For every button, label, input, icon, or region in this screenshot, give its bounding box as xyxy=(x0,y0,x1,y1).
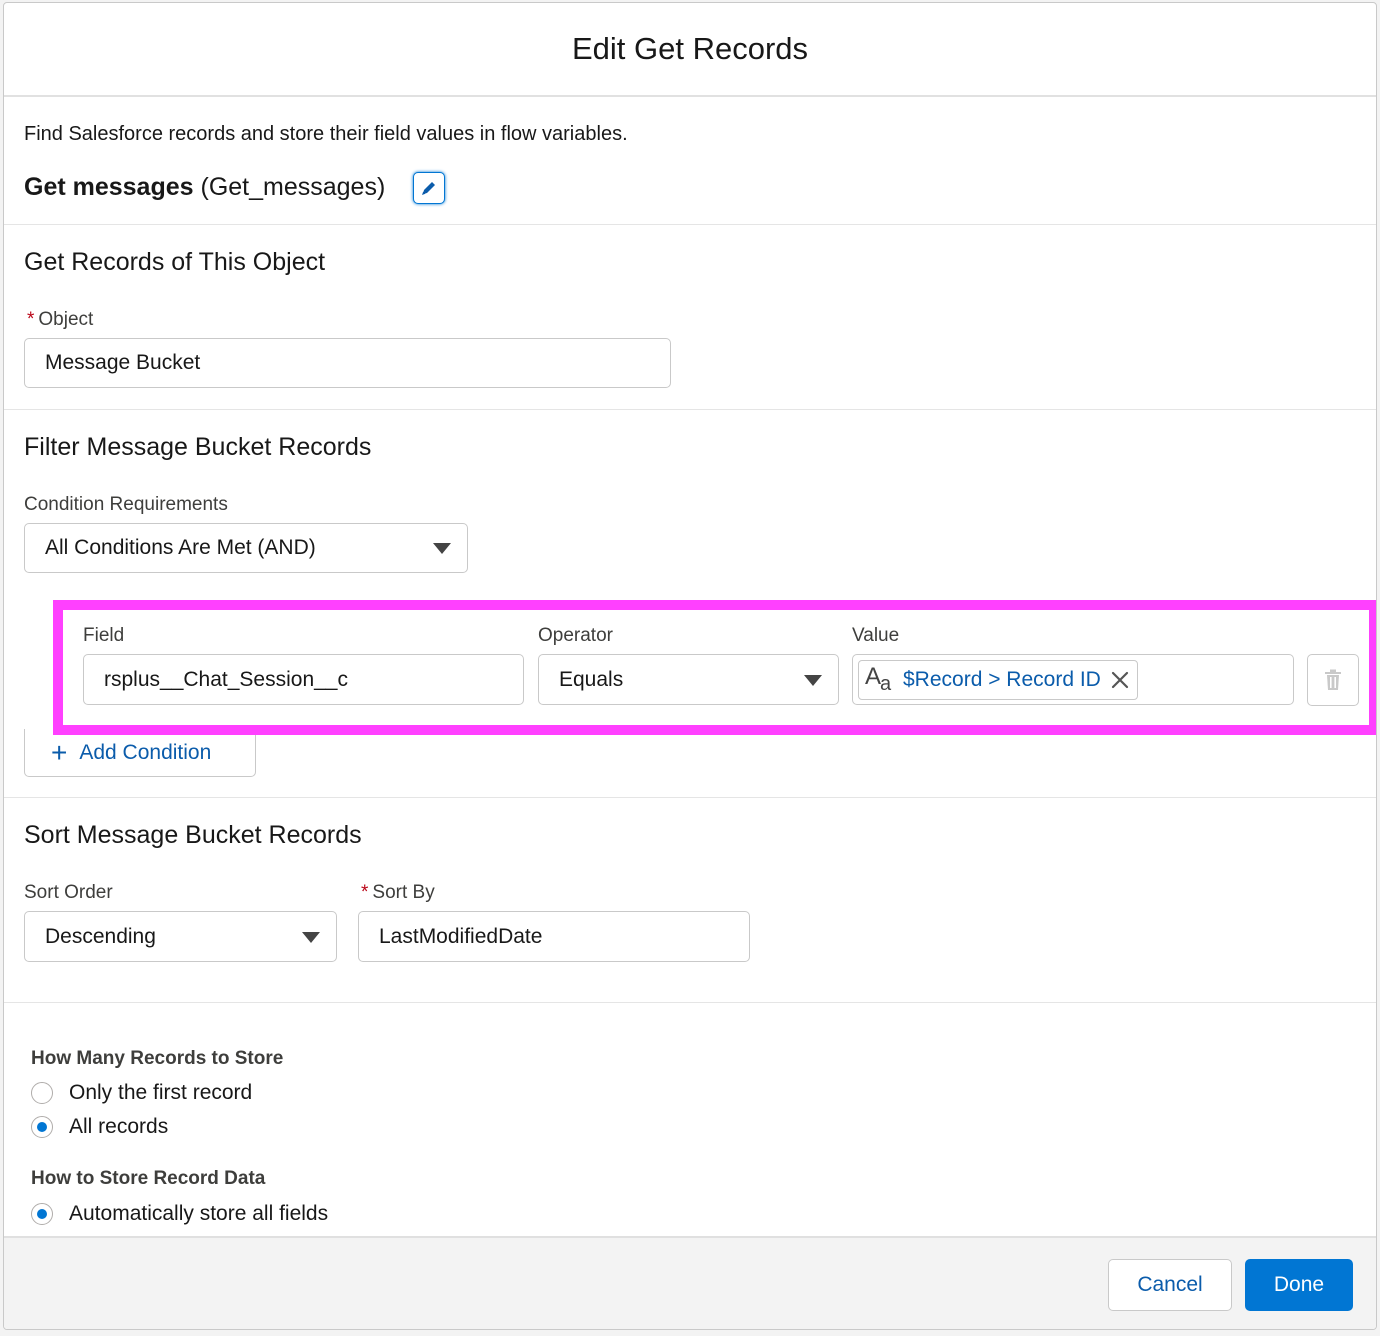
sort-order-label: Sort Order xyxy=(24,882,113,903)
element-api-name: (Get_messages) xyxy=(200,173,386,201)
filter-section-title: Filter Message Bucket Records xyxy=(24,433,372,461)
edit-get-records-modal: Edit Get Records Find Salesforce records… xyxy=(3,2,1377,1330)
object-input-value: Message Bucket xyxy=(45,351,201,374)
section-divider xyxy=(4,797,1376,798)
modal-title: Edit Get Records xyxy=(571,31,809,66)
sort-by-input[interactable]: LastModifiedDate xyxy=(358,911,750,962)
header-divider xyxy=(4,95,1376,97)
object-section-title: Get Records of This Object xyxy=(24,248,326,276)
radio-label: Automatically store all fields xyxy=(69,1202,329,1225)
plus-icon: + xyxy=(51,736,68,768)
radio-button[interactable] xyxy=(31,1082,53,1104)
condition-requirements-value: All Conditions Are Met (AND) xyxy=(45,536,316,559)
section-divider xyxy=(4,409,1376,410)
element-description: Find Salesforce records and store their … xyxy=(24,123,628,145)
section-divider xyxy=(4,224,1376,225)
element-name: Get messages (Get_messages) xyxy=(24,173,385,202)
radio-button[interactable] xyxy=(31,1116,53,1138)
required-marker: * xyxy=(27,309,35,330)
cancel-button[interactable]: Cancel xyxy=(1108,1259,1232,1311)
radio-label: All records xyxy=(69,1115,169,1138)
add-condition-label: Add Condition xyxy=(79,740,212,764)
how-many-records-label: How Many Records to Store xyxy=(31,1048,284,1069)
section-divider xyxy=(4,1002,1376,1003)
radio-label: Only the first record xyxy=(69,1081,253,1104)
sort-by-value: LastModifiedDate xyxy=(379,924,543,948)
radio-button[interactable] xyxy=(31,1203,53,1225)
add-condition-button[interactable]: + Add Condition xyxy=(24,729,256,777)
element-label: Get messages xyxy=(24,173,194,201)
condition-requirements-label: Condition Requirements xyxy=(24,494,228,515)
condition-requirements-select[interactable]: All Conditions Are Met (AND) xyxy=(24,523,468,573)
pencil-icon xyxy=(422,182,435,195)
radio-all-records[interactable]: All records xyxy=(31,1115,168,1139)
object-label: * Object xyxy=(27,309,94,330)
radio-only-first-record[interactable]: Only the first record xyxy=(31,1081,252,1105)
sort-order-select[interactable]: Descending xyxy=(24,911,337,962)
how-to-store-label: How to Store Record Data xyxy=(31,1168,266,1189)
radio-auto-store-fields[interactable]: Automatically store all fields xyxy=(31,1202,328,1226)
sort-order-value: Descending xyxy=(45,924,156,948)
edit-element-name-button[interactable] xyxy=(413,172,445,204)
sort-by-label: * Sort By xyxy=(361,882,435,903)
chevron-down-icon xyxy=(433,543,451,554)
object-input[interactable]: Message Bucket xyxy=(24,338,671,388)
sort-section-title: Sort Message Bucket Records xyxy=(24,821,362,849)
highlight-annotation xyxy=(53,600,1376,735)
chevron-down-icon xyxy=(302,931,320,943)
done-button[interactable]: Done xyxy=(1245,1259,1353,1311)
required-marker: * xyxy=(361,882,369,903)
